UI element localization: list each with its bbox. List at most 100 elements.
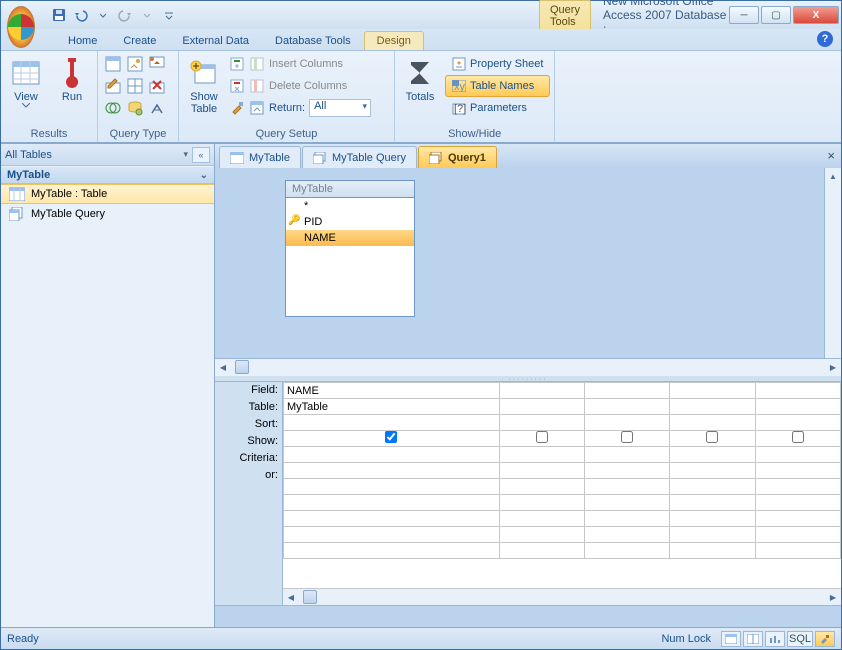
show-checkbox-1[interactable] <box>385 431 397 443</box>
doc-tab-mytable[interactable]: MyTable <box>219 146 301 168</box>
totals-button[interactable]: Totals <box>399 53 441 121</box>
redo-icon[interactable] <box>115 5 135 25</box>
office-button[interactable] <box>7 6 35 48</box>
select-query-icon[interactable] <box>102 53 124 75</box>
update-query-icon[interactable] <box>102 75 124 97</box>
delete-rows-icon <box>229 78 245 94</box>
help-icon[interactable]: ? <box>817 31 833 47</box>
diagram-vscrollbar[interactable]: ▲ <box>824 168 841 358</box>
crosstab-query-icon[interactable] <box>124 75 146 97</box>
tab-home[interactable]: Home <box>55 31 110 50</box>
delete-columns-button[interactable]: Delete Columns <box>249 75 371 97</box>
show-checkbox-2[interactable] <box>536 431 548 443</box>
group-results-label: Results <box>5 127 93 142</box>
diagram-hscrollbar[interactable]: ◀▶ <box>215 358 841 375</box>
insert-columns-button[interactable]: Insert Columns <box>249 53 371 75</box>
titlebar: Query Tools New Microsoft Office Access … <box>1 1 841 29</box>
group-query-setup-label: Query Setup <box>183 127 390 142</box>
window-controls: ─ ▢ X <box>727 6 839 24</box>
grid-hscrollbar[interactable]: ◀▶ <box>283 588 841 605</box>
return-select[interactable]: All <box>309 99 371 117</box>
union-query-icon[interactable] <box>102 97 124 119</box>
tab-database-tools[interactable]: Database Tools <box>262 31 364 50</box>
field-item-star[interactable]: * <box>286 198 414 214</box>
query-icon <box>313 152 327 164</box>
show-table-button[interactable]: Show Table <box>183 53 225 121</box>
insert-rows-button[interactable] <box>229 53 245 75</box>
view-sql-button[interactable]: SQL <box>787 631 813 647</box>
redo-dropdown-icon[interactable] <box>137 5 157 25</box>
nav-header-label: All Tables <box>5 149 52 161</box>
nav-header[interactable]: All Tables ▾ « <box>1 144 214 166</box>
nav-dropdown-icon[interactable]: ▾ <box>183 149 188 160</box>
tab-design[interactable]: Design <box>364 31 424 50</box>
doc-tab-label: Query1 <box>448 152 486 164</box>
status-bar: Ready Num Lock SQL <box>1 627 841 649</box>
delete-columns-label: Delete Columns <box>269 80 347 92</box>
nav-group-mytable[interactable]: MyTable⌄ <box>1 166 214 184</box>
data-definition-icon[interactable] <box>146 97 168 119</box>
minimize-button[interactable]: ─ <box>729 6 759 24</box>
nav-collapse-button[interactable]: « <box>192 147 210 163</box>
doc-tab-mytable-query[interactable]: MyTable Query <box>302 146 417 168</box>
maximize-button[interactable]: ▢ <box>761 6 791 24</box>
delete-query-icon[interactable] <box>146 75 168 97</box>
doc-tab-query1[interactable]: Query1 <box>418 146 497 168</box>
make-table-query-icon[interactable] <box>124 53 146 75</box>
grid-body[interactable]: NAME MyTable ◀▶ <box>283 382 841 605</box>
label-show: Show: <box>215 433 282 450</box>
qat-customize-icon[interactable] <box>159 5 179 25</box>
cell-show-1[interactable] <box>284 431 500 447</box>
undo-dropdown-icon[interactable] <box>93 5 113 25</box>
design-grid: Field: Table: Sort: Show: Criteria: or: … <box>215 382 841 605</box>
nav-group-collapse-icon[interactable]: ⌄ <box>200 170 208 181</box>
grid-row-labels: Field: Table: Sort: Show: Criteria: or: <box>215 382 283 605</box>
view-pivot-button[interactable] <box>743 631 763 647</box>
ribbon-tabs: Home Create External Data Database Tools… <box>1 29 841 51</box>
quick-access-toolbar <box>49 5 179 25</box>
table-field-list[interactable]: MyTable * PID NAME <box>285 180 415 317</box>
bottom-margin <box>215 605 841 627</box>
svg-text:xyz: xyz <box>454 81 466 92</box>
diagram-pane[interactable]: MyTable * PID NAME ▲ <box>215 168 841 358</box>
show-checkbox-3[interactable] <box>621 431 633 443</box>
view-pivotchart-button[interactable] <box>765 631 785 647</box>
show-checkbox-5[interactable] <box>792 431 804 443</box>
save-icon[interactable] <box>49 5 69 25</box>
append-query-icon[interactable] <box>146 53 168 75</box>
nav-item-mytable-query[interactable]: MyTable Query <box>1 204 214 224</box>
cell-table-1[interactable]: MyTable <box>284 399 500 415</box>
group-show-hide: Totals Property Sheet xyz Table Names [?]… <box>395 51 555 142</box>
group-results: View Run Results <box>1 51 98 142</box>
view-design-button[interactable] <box>815 631 835 647</box>
table-names-label: Table Names <box>470 80 534 92</box>
table-field-list-title[interactable]: MyTable <box>286 181 414 198</box>
builder-button[interactable] <box>229 97 245 119</box>
field-item-name[interactable]: NAME <box>286 230 414 246</box>
table-names-button[interactable]: xyz Table Names <box>445 75 550 97</box>
passthrough-query-icon[interactable] <box>124 97 146 119</box>
cell-sort-1[interactable] <box>284 415 500 431</box>
view-button[interactable]: View <box>5 53 47 121</box>
parameters-button[interactable]: [?]Parameters <box>445 97 550 119</box>
status-numlock: Num Lock <box>661 633 711 645</box>
tab-create[interactable]: Create <box>110 31 169 50</box>
undo-icon[interactable] <box>71 5 91 25</box>
field-item-pid[interactable]: PID <box>286 214 414 230</box>
run-button[interactable]: Run <box>51 53 93 121</box>
doc-close-button[interactable]: × <box>827 148 835 163</box>
delete-rows-button[interactable] <box>229 75 245 97</box>
delete-columns-icon <box>249 78 265 94</box>
property-sheet-label: Property Sheet <box>470 58 543 70</box>
query-type-buttons <box>102 53 174 119</box>
nav-item-mytable-table[interactable]: MyTable : Table <box>1 184 214 204</box>
run-icon <box>56 57 88 89</box>
show-checkbox-4[interactable] <box>706 431 718 443</box>
view-datasheet-button[interactable] <box>721 631 741 647</box>
property-sheet-button[interactable]: Property Sheet <box>445 53 550 75</box>
close-button[interactable]: X <box>793 6 839 24</box>
cell-field-1[interactable]: NAME <box>284 383 500 399</box>
nav-item-label: MyTable : Table <box>31 188 107 200</box>
pane-splitter[interactable]: ········· <box>215 375 841 382</box>
tab-external-data[interactable]: External Data <box>169 31 262 50</box>
